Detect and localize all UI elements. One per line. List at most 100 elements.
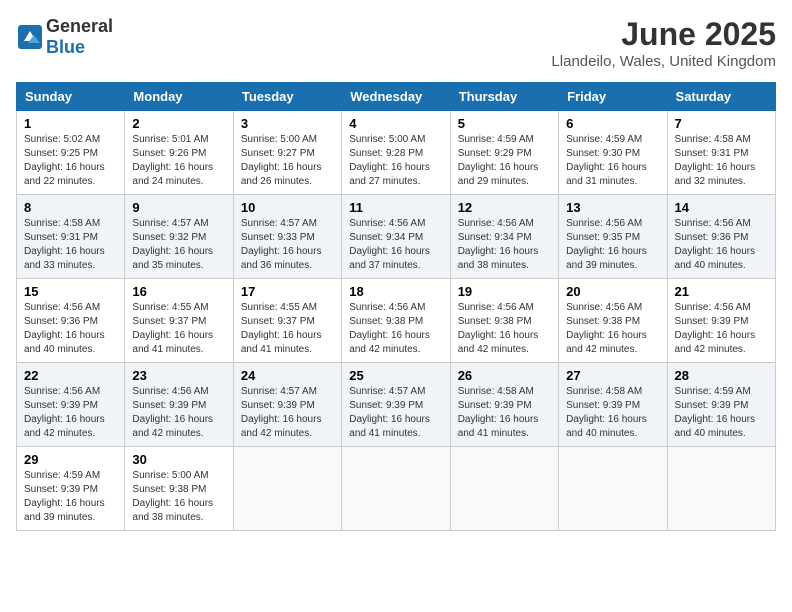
table-row [559,447,667,531]
day-info: Sunrise: 5:00 AM Sunset: 9:27 PM Dayligh… [241,133,334,189]
day-info: Sunrise: 4:56 AM Sunset: 9:34 PM Dayligh… [349,217,442,273]
day-info: Sunrise: 4:56 AM Sunset: 9:36 PM Dayligh… [24,301,117,357]
day-info: Sunrise: 4:56 AM Sunset: 9:39 PM Dayligh… [132,385,225,441]
day-info: Sunrise: 4:59 AM Sunset: 9:39 PM Dayligh… [24,469,117,525]
table-row: 10 Sunrise: 4:57 AM Sunset: 9:33 PM Dayl… [233,195,341,279]
day-number: 29 [24,452,117,467]
calendar-week-row: 22 Sunrise: 4:56 AM Sunset: 9:39 PM Dayl… [17,363,776,447]
table-row: 23 Sunrise: 4:56 AM Sunset: 9:39 PM Dayl… [125,363,233,447]
table-row: 17 Sunrise: 4:55 AM Sunset: 9:37 PM Dayl… [233,279,341,363]
table-row: 12 Sunrise: 4:56 AM Sunset: 9:34 PM Dayl… [450,195,558,279]
day-number: 9 [132,200,225,215]
table-row: 16 Sunrise: 4:55 AM Sunset: 9:37 PM Dayl… [125,279,233,363]
day-number: 16 [132,284,225,299]
day-info: Sunrise: 5:00 AM Sunset: 9:28 PM Dayligh… [349,133,442,189]
day-number: 25 [349,368,442,383]
col-monday: Monday [125,83,233,111]
table-row: 26 Sunrise: 4:58 AM Sunset: 9:39 PM Dayl… [450,363,558,447]
table-row: 2 Sunrise: 5:01 AM Sunset: 9:26 PM Dayli… [125,111,233,195]
day-number: 19 [458,284,551,299]
day-info: Sunrise: 4:56 AM Sunset: 9:34 PM Dayligh… [458,217,551,273]
day-number: 12 [458,200,551,215]
calendar-header-row: Sunday Monday Tuesday Wednesday Thursday… [17,83,776,111]
logo-general: General [46,16,113,36]
logo-blue: Blue [46,37,85,57]
day-info: Sunrise: 4:56 AM Sunset: 9:35 PM Dayligh… [566,217,659,273]
day-info: Sunrise: 4:56 AM Sunset: 9:39 PM Dayligh… [675,301,768,357]
col-tuesday: Tuesday [233,83,341,111]
day-info: Sunrise: 4:55 AM Sunset: 9:37 PM Dayligh… [132,301,225,357]
day-info: Sunrise: 4:58 AM Sunset: 9:39 PM Dayligh… [458,385,551,441]
table-row: 22 Sunrise: 4:56 AM Sunset: 9:39 PM Dayl… [17,363,125,447]
table-row: 20 Sunrise: 4:56 AM Sunset: 9:38 PM Dayl… [559,279,667,363]
day-number: 6 [566,116,659,131]
location-title: Llandeilo, Wales, United Kingdom [551,53,776,70]
day-number: 15 [24,284,117,299]
table-row: 28 Sunrise: 4:59 AM Sunset: 9:39 PM Dayl… [667,363,775,447]
table-row: 3 Sunrise: 5:00 AM Sunset: 9:27 PM Dayli… [233,111,341,195]
day-number: 30 [132,452,225,467]
day-info: Sunrise: 4:58 AM Sunset: 9:31 PM Dayligh… [675,133,768,189]
day-number: 20 [566,284,659,299]
col-wednesday: Wednesday [342,83,450,111]
day-number: 4 [349,116,442,131]
table-row: 15 Sunrise: 4:56 AM Sunset: 9:36 PM Dayl… [17,279,125,363]
day-info: Sunrise: 4:59 AM Sunset: 9:39 PM Dayligh… [675,385,768,441]
day-info: Sunrise: 4:55 AM Sunset: 9:37 PM Dayligh… [241,301,334,357]
table-row: 25 Sunrise: 4:57 AM Sunset: 9:39 PM Dayl… [342,363,450,447]
day-number: 3 [241,116,334,131]
day-number: 17 [241,284,334,299]
table-row [233,447,341,531]
table-row: 11 Sunrise: 4:56 AM Sunset: 9:34 PM Dayl… [342,195,450,279]
day-number: 27 [566,368,659,383]
table-row: 13 Sunrise: 4:56 AM Sunset: 9:35 PM Dayl… [559,195,667,279]
calendar-week-row: 15 Sunrise: 4:56 AM Sunset: 9:36 PM Dayl… [17,279,776,363]
day-info: Sunrise: 4:56 AM Sunset: 9:38 PM Dayligh… [349,301,442,357]
day-info: Sunrise: 4:59 AM Sunset: 9:30 PM Dayligh… [566,133,659,189]
day-info: Sunrise: 4:58 AM Sunset: 9:31 PM Dayligh… [24,217,117,273]
calendar-week-row: 1 Sunrise: 5:02 AM Sunset: 9:25 PM Dayli… [17,111,776,195]
day-info: Sunrise: 4:57 AM Sunset: 9:39 PM Dayligh… [241,385,334,441]
day-info: Sunrise: 4:56 AM Sunset: 9:39 PM Dayligh… [24,385,117,441]
day-number: 23 [132,368,225,383]
day-number: 10 [241,200,334,215]
logo-icon [16,23,44,51]
day-number: 24 [241,368,334,383]
day-number: 8 [24,200,117,215]
day-number: 5 [458,116,551,131]
day-info: Sunrise: 4:56 AM Sunset: 9:36 PM Dayligh… [675,217,768,273]
day-info: Sunrise: 4:56 AM Sunset: 9:38 PM Dayligh… [566,301,659,357]
day-number: 13 [566,200,659,215]
table-row: 6 Sunrise: 4:59 AM Sunset: 9:30 PM Dayli… [559,111,667,195]
table-row: 24 Sunrise: 4:57 AM Sunset: 9:39 PM Dayl… [233,363,341,447]
day-info: Sunrise: 5:00 AM Sunset: 9:38 PM Dayligh… [132,469,225,525]
table-row: 5 Sunrise: 4:59 AM Sunset: 9:29 PM Dayli… [450,111,558,195]
day-info: Sunrise: 4:59 AM Sunset: 9:29 PM Dayligh… [458,133,551,189]
day-number: 11 [349,200,442,215]
col-saturday: Saturday [667,83,775,111]
day-info: Sunrise: 4:58 AM Sunset: 9:39 PM Dayligh… [566,385,659,441]
table-row: 30 Sunrise: 5:00 AM Sunset: 9:38 PM Dayl… [125,447,233,531]
calendar-week-row: 29 Sunrise: 4:59 AM Sunset: 9:39 PM Dayl… [17,447,776,531]
calendar-table: Sunday Monday Tuesday Wednesday Thursday… [16,82,776,531]
page-header: General Blue June 2025 Llandeilo, Wales,… [16,16,776,70]
table-row: 21 Sunrise: 4:56 AM Sunset: 9:39 PM Dayl… [667,279,775,363]
day-info: Sunrise: 4:57 AM Sunset: 9:33 PM Dayligh… [241,217,334,273]
col-friday: Friday [559,83,667,111]
day-number: 26 [458,368,551,383]
table-row: 29 Sunrise: 4:59 AM Sunset: 9:39 PM Dayl… [17,447,125,531]
table-row: 19 Sunrise: 4:56 AM Sunset: 9:38 PM Dayl… [450,279,558,363]
day-info: Sunrise: 4:57 AM Sunset: 9:39 PM Dayligh… [349,385,442,441]
calendar-week-row: 8 Sunrise: 4:58 AM Sunset: 9:31 PM Dayli… [17,195,776,279]
table-row: 4 Sunrise: 5:00 AM Sunset: 9:28 PM Dayli… [342,111,450,195]
table-row: 1 Sunrise: 5:02 AM Sunset: 9:25 PM Dayli… [17,111,125,195]
title-area: June 2025 Llandeilo, Wales, United Kingd… [551,16,776,70]
day-number: 28 [675,368,768,383]
month-title: June 2025 [551,16,776,53]
table-row: 14 Sunrise: 4:56 AM Sunset: 9:36 PM Dayl… [667,195,775,279]
day-number: 2 [132,116,225,131]
day-number: 21 [675,284,768,299]
day-info: Sunrise: 5:01 AM Sunset: 9:26 PM Dayligh… [132,133,225,189]
table-row [667,447,775,531]
table-row: 27 Sunrise: 4:58 AM Sunset: 9:39 PM Dayl… [559,363,667,447]
